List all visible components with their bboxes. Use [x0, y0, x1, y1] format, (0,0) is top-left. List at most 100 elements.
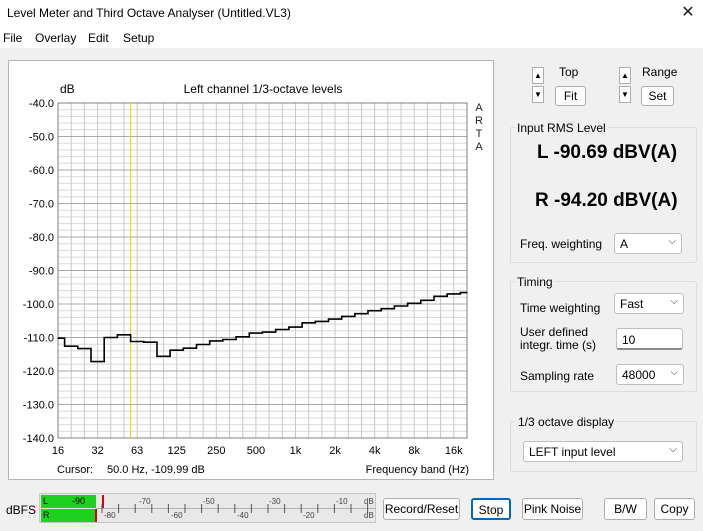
meter-bottom-tick: dB	[364, 511, 374, 520]
band-level-point	[176, 349, 178, 351]
copy-button[interactable]: Copy	[654, 498, 695, 520]
band-level-point	[453, 293, 455, 295]
x-tick-label: 1k	[290, 445, 302, 457]
top-label: Top	[559, 65, 579, 79]
top-up-button[interactable]: ▲	[532, 67, 544, 84]
menu-file[interactable]: File	[3, 31, 22, 45]
arta-letter: T	[476, 128, 483, 140]
band-level-point	[255, 332, 257, 334]
band-level-point	[202, 343, 204, 346]
x-tick-label: 16k	[445, 445, 463, 457]
band-level-point	[189, 347, 191, 349]
y-tick-label: -40.0	[29, 98, 54, 110]
sampling-rate-select[interactable]: 48000 ⌵	[616, 364, 684, 385]
band-level-point	[387, 308, 389, 310]
chart-panel: -40.0 -50.0 -60.0 -70.0 -80.0 -90.0 -100.0 -110…	[8, 60, 494, 480]
rms-right-reading: R -94.20 dBV(A)	[535, 190, 678, 211]
x-tick-label: 32	[91, 445, 103, 457]
x-tick-label: 500	[247, 445, 265, 457]
x-tick-label: 250	[207, 445, 225, 457]
stop-button[interactable]: Stop	[471, 498, 511, 520]
set-button[interactable]: Set	[641, 86, 674, 106]
band-level-point	[321, 320, 323, 323]
record-reset-button[interactable]: Record/Reset	[383, 498, 460, 520]
rms-group-label: Input RMS Level	[515, 121, 608, 135]
user-time-label-1: User defined	[520, 325, 589, 339]
freq-weighting-label: Freq. weighting	[520, 237, 603, 251]
range-up-button[interactable]: ▲	[619, 67, 631, 84]
octave-display-select[interactable]: LEFT input level ⌵	[523, 441, 683, 462]
time-weighting-select[interactable]: Fast ⌵	[614, 293, 684, 314]
chart-title: Left channel 1/3-octave levels	[184, 82, 343, 96]
timing-group-label: Timing	[515, 275, 555, 289]
band-level-point	[83, 347, 85, 350]
chevron-down-icon: ⌵	[668, 236, 676, 247]
band-level-point	[268, 331, 270, 333]
band-level-point	[281, 328, 283, 331]
close-icon[interactable]: ✕	[673, 0, 703, 26]
top-down-button[interactable]: ▼	[532, 86, 544, 103]
sampling-rate-value: 48000	[622, 368, 656, 382]
y-tick-label: -100.0	[23, 299, 54, 311]
y-tick-label: -130.0	[23, 400, 54, 412]
band-level-point	[426, 299, 429, 301]
range-down-button[interactable]: ▼	[619, 86, 631, 103]
pink-noise-button[interactable]: Pink Noise	[522, 498, 583, 520]
x-tick-label: 63	[131, 445, 143, 457]
band-level-point	[466, 292, 468, 294]
window-title: Level Meter and Third Octave Analyser (U…	[7, 6, 291, 20]
sampling-rate-label: Sampling rate	[520, 369, 595, 383]
x-tick-label: 16	[52, 445, 64, 457]
band-level-point	[57, 337, 59, 339]
menu-setup[interactable]: Setup	[123, 31, 154, 45]
band-level-point	[123, 334, 125, 336]
rms-left-reading: L -90.69 dBV(A)	[537, 142, 678, 163]
x-tick-label: 125	[168, 445, 186, 457]
y-tick-label: -80.0	[29, 232, 54, 244]
user-time-input[interactable]: 10	[616, 328, 683, 350]
x-tick-label: 4k	[369, 445, 381, 457]
y-tick-label: -140.0	[23, 433, 54, 445]
band-level-point	[347, 315, 349, 317]
band-level-point	[440, 295, 442, 297]
level-chart[interactable]: -40.0 -50.0 -60.0 -70.0 -80.0 -90.0 -100.0 -110…	[9, 61, 495, 481]
arta-letter: A	[475, 141, 483, 153]
title-bar: Level Meter and Third Octave Analyser (U…	[0, 0, 703, 28]
bw-button[interactable]: B/W	[604, 498, 647, 520]
y-tick-label: -90.0	[29, 266, 54, 278]
meter-bottom-tick: -80	[104, 511, 116, 520]
meter-bottom-tick: -60	[171, 511, 183, 520]
meter-r-peak	[95, 509, 97, 522]
band-level-point	[374, 310, 376, 312]
band-level-point	[96, 361, 99, 363]
meter-r-label: R	[43, 510, 50, 520]
cursor-label: Cursor:	[57, 464, 93, 476]
time-weighting-value: Fast	[620, 297, 644, 311]
band-level-point	[228, 338, 231, 341]
x-axis-label: Frequency band (Hz)	[366, 464, 469, 476]
dbfs-label: dBFS	[6, 503, 37, 517]
x-tick-label: 2k	[329, 445, 341, 457]
range-label: Range	[642, 65, 678, 79]
y-unit-label: dB	[60, 82, 75, 96]
freq-weighting-value: A	[620, 237, 629, 251]
cursor-readout: 50.0 Hz, -109.99 dB	[107, 464, 205, 476]
meter-bottom-tick: -20	[303, 511, 315, 520]
menu-bar: File Overlay Edit Setup	[0, 28, 703, 48]
band-level-point	[308, 322, 310, 324]
menu-overlay[interactable]: Overlay	[35, 31, 76, 45]
meter-top-tick: -70	[139, 497, 151, 506]
meter-top-tick: -50	[203, 497, 215, 506]
freq-weighting-select[interactable]: A ⌵	[614, 233, 682, 254]
level-meter: L -90 R -70 -50 -30 -10 dB -80 -60 -40 -…	[39, 493, 376, 523]
y-tick-label: -60.0	[29, 165, 54, 177]
band-level-point	[70, 345, 72, 347]
band-level-point	[110, 336, 112, 339]
menu-edit[interactable]: Edit	[88, 31, 109, 45]
band-level-point	[242, 336, 244, 338]
y-tick-label: -120.0	[23, 366, 54, 378]
meter-bottom-tick: -40	[237, 511, 249, 520]
fit-button[interactable]: Fit	[555, 86, 586, 106]
band-level-point	[215, 340, 217, 342]
meter-top-tick: -10	[336, 497, 348, 506]
